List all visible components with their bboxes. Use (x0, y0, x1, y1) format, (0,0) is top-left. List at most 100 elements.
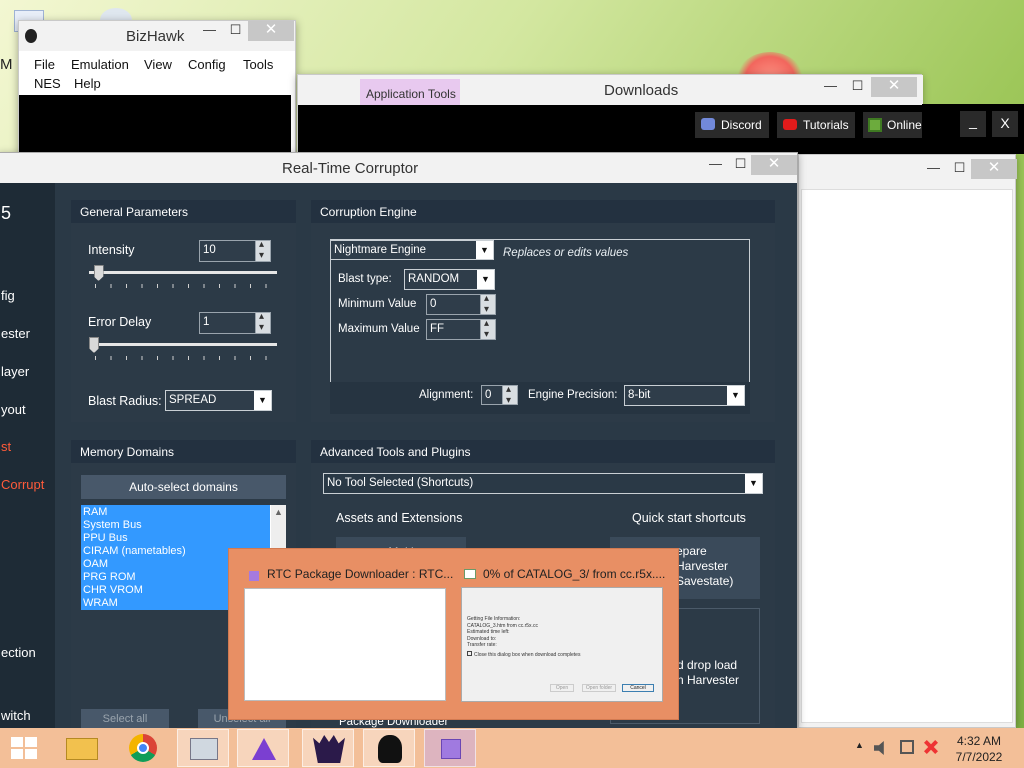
minecraft-icon (868, 118, 882, 132)
minimize-button[interactable]: — (921, 159, 946, 179)
auto-select-domains-button[interactable]: Auto-select domains (81, 475, 286, 499)
menu-config[interactable]: Config (188, 57, 226, 72)
sidebar-item-list[interactable]: st (1, 439, 11, 454)
tutorials-button[interactable]: Tutorials (777, 112, 855, 138)
menu-emulation[interactable]: Emulation (71, 57, 129, 72)
maximize-button[interactable]: ☐ (223, 21, 248, 41)
bizhawk-icon (313, 735, 345, 763)
windows-logo-icon (11, 737, 37, 759)
taskbar-app[interactable] (237, 729, 289, 767)
minimum-value-stepper[interactable]: 0 (426, 293, 496, 315)
thumbnail-title[interactable]: RTC Package Downloader : RTC... (267, 567, 453, 581)
stepper-arrows-icon[interactable] (502, 384, 517, 406)
domain-item[interactable]: CIRAM (nametables) (83, 545, 186, 558)
alignment-value: 0 (485, 389, 492, 401)
domain-item[interactable]: WRAM (83, 597, 186, 610)
intensity-slider-thumb[interactable] (93, 265, 104, 281)
minimize-button[interactable]: — (818, 77, 843, 97)
stepper-arrows-icon[interactable] (480, 318, 495, 340)
error-delay-stepper[interactable]: 1 (199, 311, 271, 334)
domain-item[interactable]: PRG ROM (83, 571, 186, 584)
clock-time: 4:32 AM (956, 734, 1002, 748)
stepper-arrows-icon[interactable] (255, 311, 270, 333)
youtube-icon (783, 119, 797, 130)
thumbnail-preview-download[interactable]: Getting File Information: CATALOG_3.htm … (461, 587, 663, 702)
menu-help[interactable]: Help (74, 76, 101, 91)
tutorials-label: Tutorials (803, 118, 849, 132)
menu-tools[interactable]: Tools (243, 57, 273, 72)
close-button[interactable]: ✕ (248, 21, 294, 41)
volume-muted-icon[interactable] (874, 741, 884, 755)
error-delay-slider-ticks (95, 356, 275, 360)
clock-date: 7/7/2022 (955, 750, 1003, 764)
bizhawk-logo-icon (25, 29, 37, 43)
select-all-button[interactable]: Select all (81, 709, 169, 729)
engine-precision-select[interactable]: 8-bit ▼ (624, 385, 745, 406)
error-delay-slider-track[interactable] (89, 343, 277, 346)
network-icon[interactable] (900, 740, 914, 754)
menu-file[interactable]: File (34, 57, 55, 72)
thumbnail-title[interactable]: 0% of CATALOG_3/ from cc.r5x.... (483, 567, 665, 581)
discord-button[interactable]: Discord (695, 112, 769, 138)
taskbar-app[interactable] (302, 729, 354, 767)
stepper-arrows-icon[interactable] (255, 239, 270, 261)
start-button[interactable] (11, 737, 37, 759)
tool-value: No Tool Selected (Shortcuts) (327, 477, 474, 489)
launcher-close-button[interactable]: X (992, 111, 1018, 137)
prepare-line: Harvester (676, 559, 729, 573)
maximize-button[interactable]: ☐ (728, 155, 753, 175)
error-delay-slider-thumb[interactable] (89, 337, 99, 353)
domain-item[interactable]: System Bus (83, 519, 186, 532)
maximize-button[interactable]: ☐ (845, 77, 870, 97)
taskbar-app[interactable] (363, 729, 415, 767)
show-hidden-icons-button[interactable]: ▲ (855, 740, 864, 750)
close-button[interactable]: ✕ (751, 155, 797, 175)
domain-item[interactable]: PPU Bus (83, 532, 186, 545)
sidebar-item-layout[interactable]: yout (1, 402, 26, 417)
sidebar-item-harvester[interactable]: ester (1, 326, 30, 341)
package-cube-icon (441, 739, 461, 759)
tool-select[interactable]: No Tool Selected (Shortcuts) ▼ (323, 473, 763, 494)
alignment-stepper[interactable]: 0 (481, 384, 518, 406)
domain-item[interactable]: OAM (83, 558, 186, 571)
open-button[interactable]: Open (550, 684, 574, 692)
taskbar-app[interactable] (177, 729, 229, 767)
action-center-alert-icon[interactable] (924, 740, 938, 754)
maximize-button[interactable]: ☐ (947, 159, 972, 179)
sidebar-item-selection[interactable]: ection (1, 645, 36, 660)
thumbnail-preview-blank[interactable] (244, 588, 446, 701)
cancel-button[interactable]: Cancel (622, 684, 654, 692)
intensity-stepper[interactable]: 10 (199, 239, 271, 262)
blast-type-select[interactable]: RANDOM ▼ (404, 269, 495, 290)
menu-nes[interactable]: NES (34, 76, 61, 91)
minimize-button[interactable]: — (197, 21, 222, 41)
engine-select[interactable]: Nightmare Engine ▼ (330, 240, 494, 260)
close-button[interactable]: ✕ (971, 159, 1017, 179)
maximum-value-stepper[interactable]: FF (426, 318, 496, 340)
drop-line: d drop load (677, 658, 738, 672)
domain-item[interactable]: RAM (83, 506, 186, 519)
open-folder-button[interactable]: Open folder (582, 684, 616, 692)
chrome-icon (129, 734, 157, 762)
close-button[interactable]: ✕ (871, 77, 917, 97)
sidebar-item-config[interactable]: fig (1, 288, 15, 303)
intensity-slider-track[interactable] (89, 271, 277, 274)
taskbar-app[interactable] (117, 729, 169, 767)
sidebar-item-switch[interactable]: witch (1, 708, 31, 723)
ribbon-tab-application-tools[interactable]: Application Tools (360, 79, 460, 105)
launcher-minimize-button[interactable]: _ (960, 111, 986, 137)
minimize-button[interactable]: — (703, 155, 728, 175)
monitor-icon (190, 738, 218, 760)
stepper-arrows-icon[interactable] (480, 293, 495, 315)
quick-start-label: Quick start shortcuts (632, 511, 746, 525)
menu-view[interactable]: View (144, 57, 172, 72)
clock[interactable]: 4:32 AM 7/7/2022 (954, 733, 1004, 765)
taskbar-app[interactable] (424, 729, 476, 767)
taskbar-app[interactable] (57, 729, 109, 767)
blast-radius-select[interactable]: SPREAD ▼ (165, 390, 272, 411)
close-when-done-checkbox[interactable] (467, 650, 472, 656)
sidebar-item-player[interactable]: layer (1, 364, 29, 379)
sidebar-item-corrupt[interactable]: Corrupt (1, 477, 44, 492)
chevron-down-icon: ▼ (745, 474, 762, 493)
domain-item[interactable]: CHR VROM (83, 584, 186, 597)
